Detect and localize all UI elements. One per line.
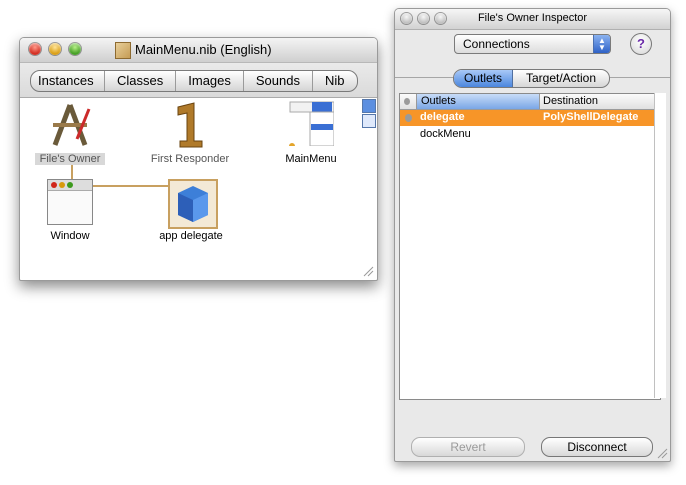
outlet-name: dockMenu bbox=[420, 128, 471, 140]
first-responder-label: First Responder bbox=[150, 153, 230, 165]
table-row[interactable]: delegate PolyShellDelegate bbox=[400, 110, 660, 126]
inspector-tab-bar: Outlets Target/Action bbox=[453, 69, 610, 88]
resize-grip-icon[interactable] bbox=[362, 265, 374, 277]
tab-target-action[interactable]: Target/Action bbox=[513, 70, 609, 87]
connected-dot-icon bbox=[405, 114, 412, 122]
table-scrollbar[interactable] bbox=[654, 93, 666, 398]
nib-window: MainMenu.nib (English) Instances Classes… bbox=[19, 37, 378, 281]
files-owner-label: File's Owner bbox=[35, 153, 105, 165]
inspector-resize-grip-icon[interactable] bbox=[656, 447, 668, 459]
app-delegate-label: app delegate bbox=[159, 230, 223, 242]
outlet-destination: PolyShellDelegate bbox=[543, 111, 639, 123]
popup-arrows-icon: ▲ ▼ bbox=[593, 35, 610, 53]
outlet-name: delegate bbox=[420, 111, 465, 123]
outlets-table: Outlets Destination delegate PolyShellDe… bbox=[399, 93, 661, 400]
table-header: Outlets Destination bbox=[400, 94, 660, 110]
files-owner-icon[interactable] bbox=[47, 101, 93, 149]
main-menu-label: MainMenu bbox=[285, 153, 337, 165]
column-destination[interactable]: Destination bbox=[539, 94, 660, 109]
window-icon[interactable] bbox=[47, 179, 93, 225]
table-row[interactable]: dockMenu bbox=[400, 127, 660, 143]
inspector-mode-popup[interactable]: Connections ▲ ▼ bbox=[454, 34, 611, 54]
main-menu-icon[interactable] bbox=[288, 100, 335, 149]
inspector-titlebar: File's Owner Inspector bbox=[395, 9, 670, 30]
first-responder-icon[interactable] bbox=[170, 101, 210, 151]
inspector-title: File's Owner Inspector bbox=[477, 12, 588, 24]
disconnect-button[interactable]: Disconnect bbox=[541, 437, 653, 457]
connection-indicator-icon bbox=[404, 98, 410, 105]
tab-outlets[interactable]: Outlets bbox=[454, 70, 513, 87]
inspector-window: File's Owner Inspector Connections ▲ ▼ ? … bbox=[394, 8, 671, 462]
inspector-mode-value: Connections bbox=[463, 37, 530, 51]
window-label: Window bbox=[50, 230, 90, 242]
revert-button[interactable]: Revert bbox=[411, 437, 525, 457]
help-button[interactable]: ? bbox=[630, 33, 652, 55]
column-outlets[interactable]: Outlets bbox=[416, 94, 540, 109]
app-delegate-icon[interactable] bbox=[168, 179, 218, 229]
